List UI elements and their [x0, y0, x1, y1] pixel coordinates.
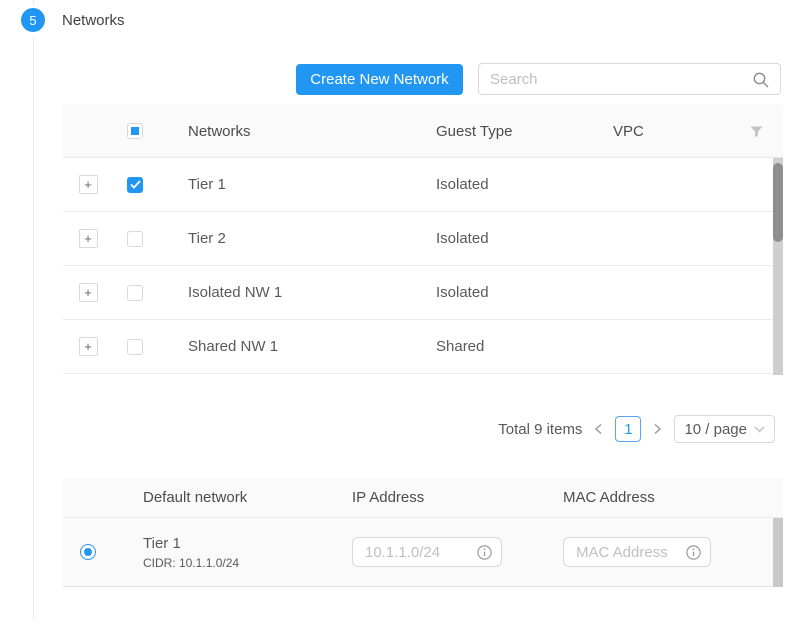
expand-row-button[interactable]: + [79, 229, 98, 248]
default-network-row[interactable]: Tier 1 CIDR: 10.1.1.0/24 [63, 518, 783, 587]
create-new-network-button[interactable]: Create New Network [296, 64, 463, 95]
table-row[interactable]: + Tier 2 Isolated [63, 212, 783, 266]
expand-row-button[interactable]: + [79, 283, 98, 302]
pagination-prev-button[interactable] [592, 423, 605, 435]
default-table-scrollbar[interactable] [773, 518, 783, 587]
networks-table: Networks Guest Type VPC + Tier 1 Isolate… [63, 105, 783, 374]
filter-icon[interactable] [750, 126, 763, 138]
network-name: Isolated NW 1 [157, 284, 405, 301]
pagination-total: Total 9 items [498, 421, 582, 438]
search-icon[interactable] [752, 71, 770, 89]
page-size-value: 10 / page [684, 421, 747, 438]
network-name: Shared NW 1 [157, 338, 405, 355]
mac-address-field-wrapper [563, 537, 711, 567]
indeterminate-mark [131, 127, 139, 135]
row-checkbox[interactable] [127, 285, 143, 301]
select-all-cell [113, 123, 157, 139]
row-checkbox[interactable] [127, 231, 143, 247]
step-number-badge: 5 [21, 8, 45, 32]
info-icon[interactable] [477, 545, 492, 560]
networks-table-header: Networks Guest Type VPC [63, 105, 783, 158]
column-header-ip-address: IP Address [322, 489, 533, 506]
guest-type-value: Isolated [405, 176, 582, 193]
row-checkbox[interactable] [127, 177, 143, 193]
column-header-guest-type[interactable]: Guest Type [405, 123, 582, 140]
scrollbar-thumb[interactable] [773, 163, 783, 242]
chevron-down-icon [754, 426, 765, 433]
network-name: Tier 1 [157, 176, 405, 193]
row-checkbox[interactable] [127, 339, 143, 355]
radio-dot [84, 548, 92, 556]
default-network-table-header: Default network IP Address MAC Address [63, 478, 783, 518]
default-network-table: Default network IP Address MAC Address T… [63, 478, 783, 587]
pagination: Total 9 items 1 10 / page [498, 415, 775, 443]
expand-row-button[interactable]: + [79, 337, 98, 356]
step-connector-top [33, 0, 34, 5]
search-box [478, 63, 781, 95]
guest-type-value: Shared [405, 338, 582, 355]
step-connector-line [33, 36, 34, 621]
step-number: 5 [29, 13, 36, 28]
pagination-page-1[interactable]: 1 [615, 416, 641, 442]
guest-type-value: Isolated [405, 230, 582, 247]
column-header-mac-address: MAC Address [533, 489, 783, 506]
chevron-left-icon [594, 423, 603, 435]
info-icon[interactable] [686, 545, 701, 560]
chevron-right-icon [653, 423, 662, 435]
pagination-next-button[interactable] [651, 423, 664, 435]
page-size-select[interactable]: 10 / page [674, 415, 775, 443]
networks-step-panel: Create New Network Networks Guest Type V… [63, 0, 783, 628]
table-row[interactable]: + Tier 1 Isolated [63, 158, 783, 212]
column-header-networks[interactable]: Networks [157, 123, 405, 140]
ip-address-field-wrapper [352, 537, 502, 567]
network-name: Tier 2 [157, 230, 405, 247]
table-row[interactable]: + Shared NW 1 Shared [63, 320, 783, 374]
column-header-default-network: Default network [113, 489, 322, 506]
default-network-cidr: CIDR: 10.1.1.0/24 [143, 556, 322, 570]
select-all-checkbox[interactable] [127, 123, 143, 139]
check-icon [130, 180, 141, 189]
search-input[interactable] [479, 64, 780, 94]
table-row[interactable]: + Isolated NW 1 Isolated [63, 266, 783, 320]
default-network-radio[interactable] [80, 544, 96, 560]
table-scrollbar[interactable] [773, 158, 783, 375]
default-network-name: Tier 1 [143, 534, 322, 553]
expand-row-button[interactable]: + [79, 175, 98, 194]
guest-type-value: Isolated [405, 284, 582, 301]
